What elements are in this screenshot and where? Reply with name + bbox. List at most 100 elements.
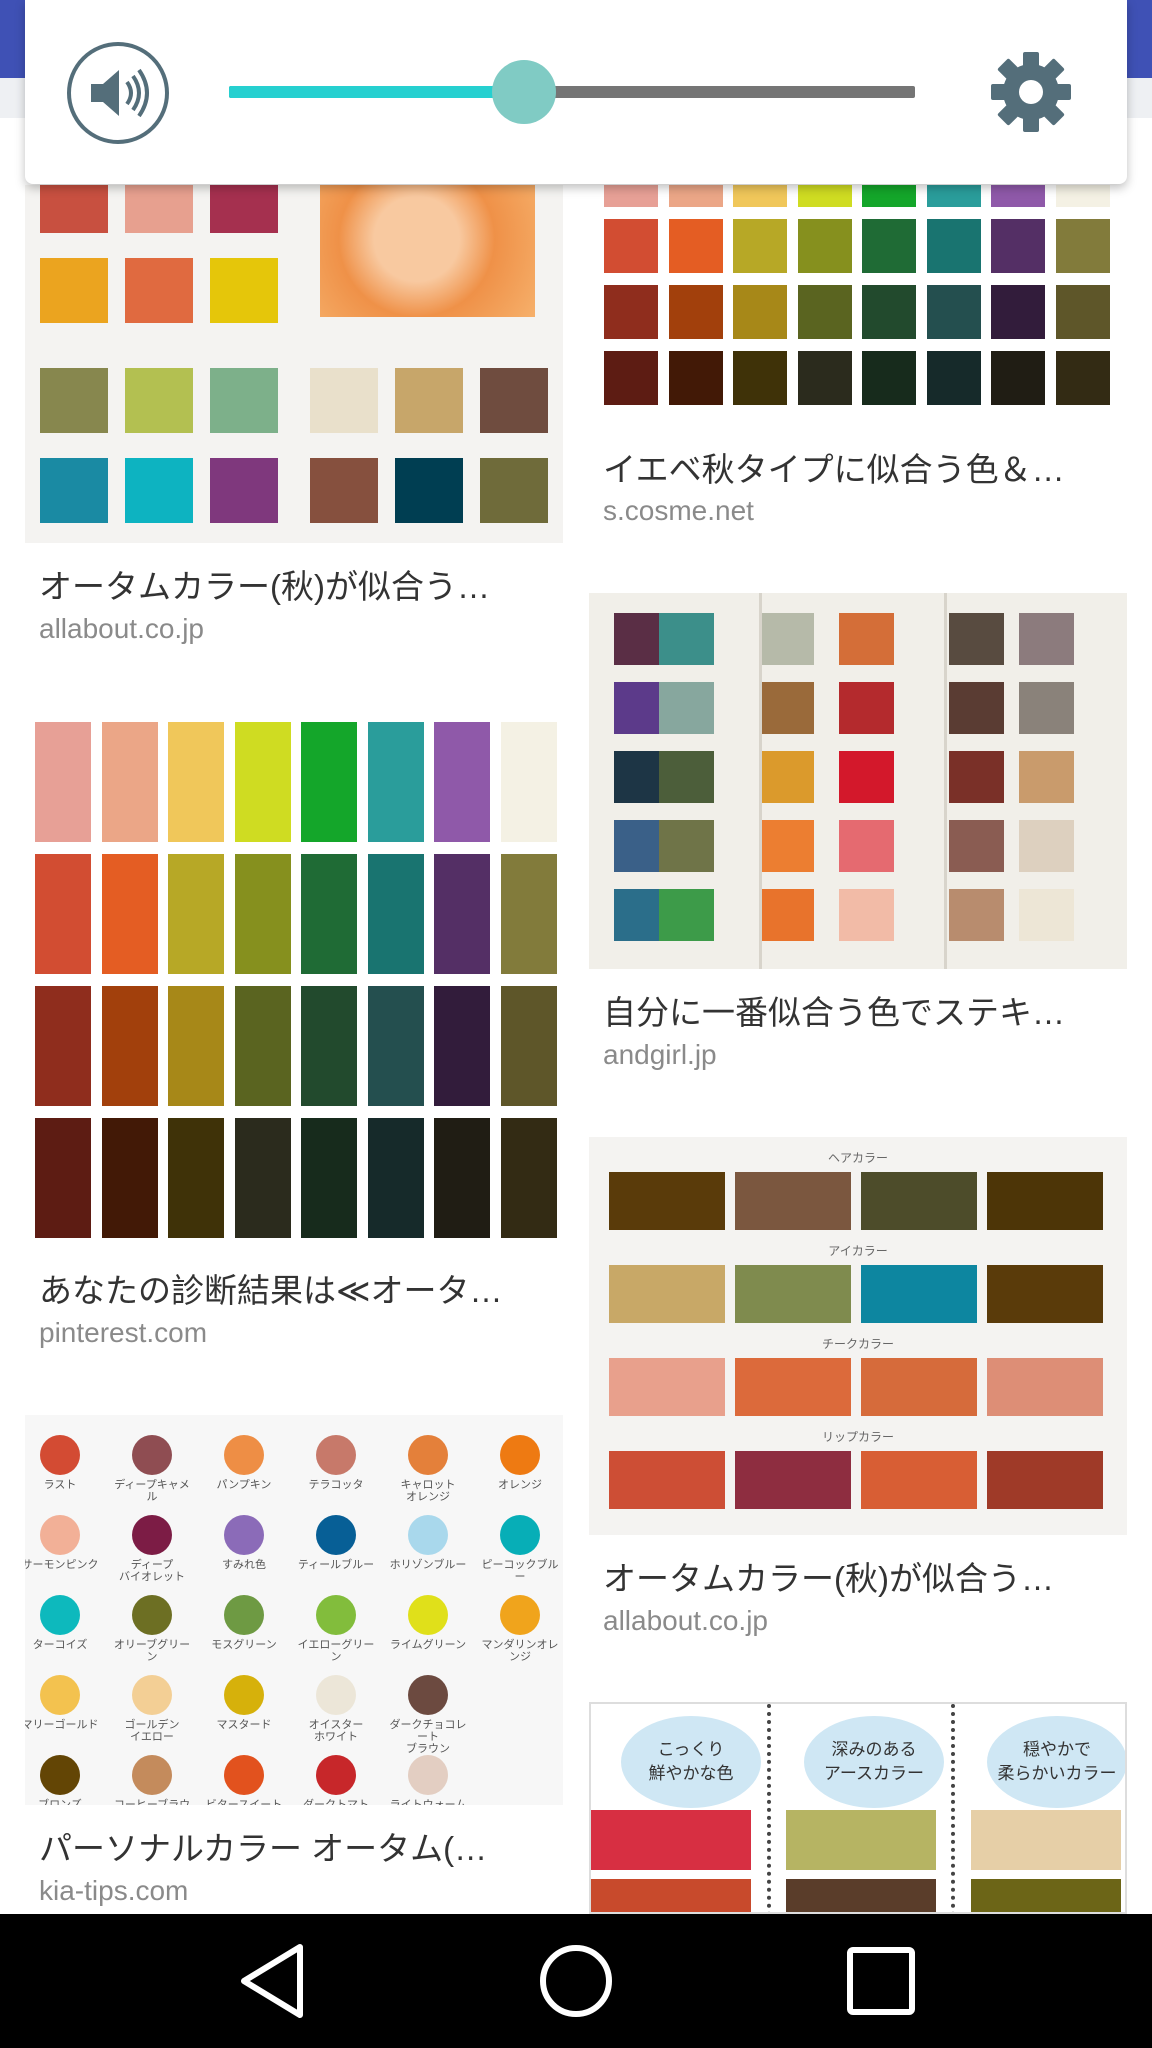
color-name-label: サーモンピンク [25,1558,99,1571]
back-triangle-icon[interactable] [228,1936,318,2026]
result-thumbnail[interactable] [25,185,563,543]
color-swatch [1055,285,1110,339]
color-name-label: ダークトマト レッド [303,1798,369,1806]
color-dot [224,1755,264,1795]
color-swatch [480,458,548,523]
color-swatch [1019,751,1074,803]
color-swatch [1019,820,1074,872]
color-swatch [733,219,787,273]
color-swatch [926,285,981,339]
color-dot [224,1675,264,1715]
result-title[interactable]: オータムカラー(秋)が似合う… [39,560,559,608]
color-swatch [434,986,490,1106]
color-swatch [35,1118,91,1238]
color-swatch [500,854,557,974]
color-swatch [434,722,490,842]
category-bubble: 穏やかで 柔らかいカラー [987,1716,1125,1808]
image-result-card[interactable]: 自分に一番似合う色でステキ… andgirl.jp [589,593,1127,1070]
home-circle-icon[interactable] [531,1936,621,2026]
color-name-label: マンダリンオレンジ [481,1638,559,1663]
color-name-label: オイスター ホワイト [308,1718,364,1743]
volume-slider-track[interactable] [229,86,915,98]
color-swatch [668,351,723,405]
volume-icon[interactable] [67,42,169,144]
color-swatch [987,1358,1103,1416]
section-label: チークカラー [821,1337,894,1351]
color-swatch [234,1118,291,1238]
result-thumbnail[interactable]: こっくり 鮮やかな色 深みのある アースカラー 穏やかで 柔らかいカラー [589,1702,1127,1914]
color-swatch [1019,682,1074,734]
color-swatch [949,820,1004,872]
color-name-label: モスグリーン [211,1638,277,1651]
color-swatch [797,351,852,405]
result-thumbnail[interactable]: ラスト ディープキャメル パンプキン テラコッタ キャロット オレンジ オレンジ サーモンピ… [25,1415,563,1805]
image-result-card[interactable]: あなたの診断結果は≪オータ… pinterest.com [25,712,563,1348]
color-swatch [1055,351,1110,405]
result-title[interactable]: あなたの診断結果は≪オータ… [39,1264,559,1312]
color-swatch [604,219,658,273]
color-swatch [35,854,91,974]
color-name-label: ディープキャメル [114,1478,190,1503]
image-result-card[interactable]: ラスト ディープキャメル パンプキン テラコッタ キャロット オレンジ オレンジ サーモンピ… [25,1415,563,1906]
color-swatch [659,682,714,734]
dotted-divider [767,1704,771,1912]
color-swatch [234,986,291,1106]
color-name-label: マリーゴールド [25,1718,99,1731]
color-name-label: コーヒーブラウン [113,1798,191,1806]
category-bubble: 深みのある アースカラー [804,1716,944,1808]
result-thumbnail[interactable] [589,593,1127,969]
color-name-label: オリーブグリーン [113,1638,191,1663]
color-swatch [367,854,424,974]
color-swatch [659,820,714,872]
color-swatch [1055,219,1110,273]
result-title[interactable]: イエベ秋タイプに似合う色＆… [603,443,1123,491]
color-swatch [926,351,981,405]
color-swatch [168,1118,224,1238]
color-dot [500,1435,540,1475]
color-swatch [480,368,548,433]
color-swatch [310,458,378,523]
color-swatch [926,219,981,273]
color-swatch [367,1118,424,1238]
image-result-card[interactable]: こっくり 鮮やかな色 深みのある アースカラー 穏やかで 柔らかいカラー [589,1702,1127,1914]
color-swatch [168,986,224,1106]
result-title[interactable]: パーソナルカラー オータム(… [39,1822,559,1870]
color-name-label: ゴールデン イエロー [124,1718,180,1743]
color-swatch [733,185,787,207]
color-swatch [168,722,224,842]
color-dot [40,1435,80,1475]
color-name-label: ターコイズ [32,1638,88,1651]
color-swatch [35,722,91,842]
color-dot [408,1595,448,1635]
result-source: andgirl.jp [603,1039,717,1070]
book-spine [944,593,947,969]
color-swatch [991,185,1045,207]
color-swatch [797,219,852,273]
color-swatch [604,285,658,339]
color-swatch [1055,185,1110,207]
color-swatch [125,458,193,523]
image-result-card[interactable]: イエベ秋タイプに似合う色＆… s.cosme.net [589,185,1127,526]
result-title[interactable]: 自分に一番似合う色でステキ… [603,986,1123,1034]
image-result-card[interactable]: ヘアカラー アイカラー チークカラー リップカラー オータムカラー(秋)が似合う… a… [589,1137,1127,1636]
result-thumbnail[interactable] [25,712,563,1247]
gear-icon[interactable] [989,50,1073,134]
color-swatch [786,1879,936,1912]
result-title[interactable]: オータムカラー(秋)が似合う… [603,1552,1123,1600]
color-dot [132,1515,172,1555]
color-swatch [735,1451,851,1509]
volume-slider-thumb[interactable] [491,60,556,124]
image-result-card[interactable]: オータムカラー(秋)が似合う… allabout.co.jp [25,185,563,644]
result-thumbnail[interactable]: ヘアカラー アイカラー チークカラー リップカラー [589,1137,1127,1535]
color-swatch [759,751,814,803]
color-swatch [101,986,158,1106]
color-swatch [40,185,108,233]
color-dot [40,1595,80,1635]
color-swatch [759,682,814,734]
flower-photo [320,185,535,317]
color-swatch [659,613,714,665]
recents-square-icon[interactable] [836,1936,926,2026]
color-swatch [659,751,714,803]
result-thumbnail[interactable] [589,185,1127,425]
color-dot [224,1515,264,1555]
